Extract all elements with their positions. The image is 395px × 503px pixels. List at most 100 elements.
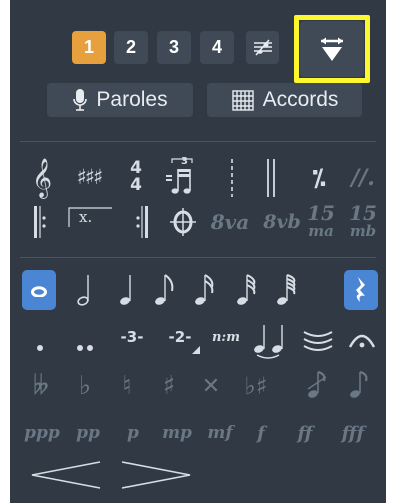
triplet-tool[interactable]: -3-	[110, 324, 154, 350]
voice-3-button[interactable]: 3	[157, 31, 191, 64]
dynamic-ppp-tool[interactable]: ppp	[20, 418, 64, 448]
crescendo-hairpin-icon	[31, 461, 101, 489]
repeat-measure-icon: ⁒	[312, 164, 326, 192]
double-flat-tool[interactable]: 𝄫	[24, 366, 58, 406]
decrescendo-hairpin-icon	[121, 461, 191, 489]
dynamic-f-tool[interactable]: f	[248, 418, 274, 448]
quindicesima-up-tool[interactable]: 15 ma	[304, 200, 338, 244]
quarter-rest-icon	[356, 277, 365, 302]
ottava-down-label: 8vb	[263, 211, 301, 233]
flat-tool[interactable]: ♭	[72, 366, 98, 406]
clef-tool[interactable]: 𝄞	[26, 156, 58, 200]
dynamic-mf-label: mf	[207, 423, 233, 443]
voice-2-button[interactable]: 2	[114, 31, 148, 64]
duration-eighth-tool[interactable]	[150, 270, 180, 310]
double-flat-icon: 𝄫	[33, 370, 49, 401]
repeat-start-tool[interactable]	[30, 204, 50, 240]
tuplet-tool[interactable]: 3	[162, 156, 202, 198]
dynamic-p-label: p	[127, 423, 139, 443]
double-barline-tool[interactable]	[264, 158, 278, 198]
grace-note-after-icon	[350, 370, 368, 398]
natural-tool[interactable]: ♮	[114, 366, 140, 406]
dynamic-mf-tool[interactable]: mf	[202, 418, 238, 448]
decrescendo-tool[interactable]	[118, 458, 194, 492]
treble-clef-icon: 𝄞	[31, 158, 53, 198]
repeat-measure-tool[interactable]: ⁒	[304, 162, 334, 194]
custom-tuplet-tool[interactable]: n:m	[206, 324, 246, 350]
duration-half-tool[interactable]	[68, 270, 98, 310]
dynamic-ff-label: ff	[297, 422, 313, 444]
repeat-start-icon	[34, 206, 46, 238]
grace-note-after-tool[interactable]	[342, 366, 372, 406]
duration-whole-tool[interactable]	[22, 270, 56, 310]
tuplet-number: 3	[181, 156, 188, 167]
flat-icon: ♭	[78, 371, 92, 401]
repeat-two-measures-tool[interactable]: //.	[344, 162, 382, 194]
eighth-note-icon	[155, 274, 174, 305]
voice-4-label: 4	[211, 37, 222, 57]
grace-note-before-icon	[307, 370, 326, 398]
chords-button[interactable]: Accords	[207, 83, 362, 117]
crescendo-tool[interactable]	[28, 458, 104, 492]
dynamic-fff-tool[interactable]: fff	[330, 418, 376, 448]
quindicesima-down-number: 15	[349, 201, 377, 225]
repeat-two-measures-icon: //.	[351, 165, 375, 191]
tied-notes-icon	[254, 325, 283, 359]
slur-tool[interactable]	[300, 324, 336, 358]
ottava-up-tool[interactable]: 8va	[204, 206, 256, 238]
dynamic-mp-tool[interactable]: mp	[158, 418, 196, 448]
sixteenth-note-icon	[195, 274, 214, 305]
dynamic-pp-tool[interactable]: pp	[70, 418, 106, 448]
duplet-tool[interactable]: -2-	[158, 324, 202, 354]
key-signature-icon: ♯♯♯	[76, 165, 103, 189]
dynamic-ff-tool[interactable]: ff	[288, 418, 322, 448]
dashed-barline-tool[interactable]	[226, 158, 238, 198]
quindicesima-down-suffix: mb	[349, 222, 377, 240]
duration-sixteenth-tool[interactable]	[190, 270, 220, 310]
repeat-end-tool[interactable]	[132, 204, 152, 240]
lyrics-button[interactable]: Paroles	[47, 83, 193, 117]
custom-tuplet-label: n:m	[211, 329, 240, 345]
voice-1-button[interactable]: 1	[72, 31, 106, 64]
ottava-down-tool[interactable]: 8vb	[256, 206, 308, 238]
duration-quarter-tool[interactable]	[110, 270, 140, 310]
time-signature-tool[interactable]: 4 4	[122, 155, 150, 199]
double-dot-icon	[77, 345, 93, 351]
volta-label: x.	[79, 208, 93, 226]
dot-tool[interactable]	[28, 334, 52, 362]
volta-tool[interactable]: x.	[64, 204, 114, 234]
duration-32nd-tool[interactable]	[232, 270, 262, 310]
grace-note-before-tool[interactable]	[300, 366, 330, 406]
swap-voices-button[interactable]	[246, 31, 279, 64]
double-sharp-tool[interactable]: ✕	[198, 366, 224, 406]
flat-sharp-tool[interactable]: ♭♯	[238, 366, 274, 406]
quindicesima-down-tool[interactable]: 15 mb	[346, 200, 380, 244]
slur-icon	[303, 331, 333, 351]
repeat-end-icon	[136, 206, 148, 238]
triplet-label: -3-	[120, 328, 144, 346]
chord-grid-icon	[231, 90, 254, 111]
coda-tool[interactable]	[166, 205, 200, 239]
voice-4-button[interactable]: 4	[200, 31, 234, 64]
chords-label: Accords	[262, 88, 339, 111]
rest-toggle-tool[interactable]	[344, 270, 378, 310]
tie-notes-tool[interactable]	[250, 320, 290, 362]
double-dot-tool[interactable]	[70, 334, 100, 362]
swap-voices-icon	[253, 38, 272, 56]
double-barline-icon	[267, 159, 275, 197]
natural-icon: ♮	[122, 371, 132, 401]
separator-top	[20, 141, 376, 142]
dynamic-p-tool[interactable]: p	[118, 418, 148, 448]
key-signature-tool[interactable]: ♯♯♯	[64, 158, 114, 196]
sixty-fourth-note-icon	[277, 274, 296, 305]
coda-icon	[170, 208, 196, 236]
duration-64th-tool[interactable]	[272, 270, 302, 310]
dynamic-pp-label: pp	[76, 423, 100, 443]
dynamic-fff-label: fff	[341, 422, 365, 444]
collapse-palette-button[interactable]	[300, 21, 364, 77]
dynamic-mp-label: mp	[162, 423, 192, 443]
flat-sharp-icon: ♭♯	[244, 372, 268, 400]
quarter-note-icon	[120, 275, 131, 305]
sharp-tool[interactable]: ♯	[156, 366, 182, 406]
fermata-tool[interactable]	[346, 326, 378, 356]
